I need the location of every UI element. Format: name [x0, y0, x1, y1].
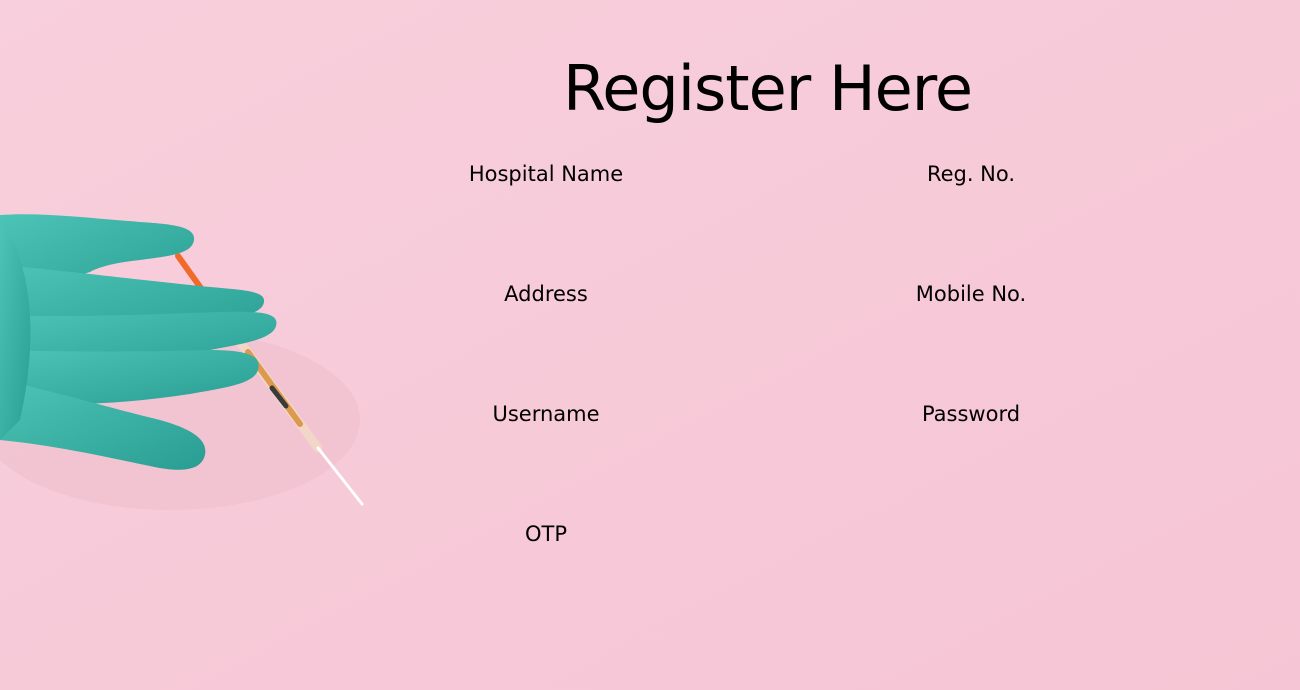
- hospital-name-input[interactable]: [426, 196, 666, 224]
- hospital-name-label: Hospital Name: [468, 162, 624, 186]
- otp-input[interactable]: [426, 556, 666, 584]
- username-label: Username: [492, 402, 600, 426]
- otp-label: OTP: [524, 522, 568, 546]
- username-input[interactable]: [426, 436, 666, 464]
- mobile-no-label: Mobile No.: [915, 282, 1027, 306]
- mobile-no-input[interactable]: [851, 316, 1091, 344]
- password-label: Password: [921, 402, 1021, 426]
- address-label: Address: [504, 282, 588, 306]
- address-input[interactable]: [426, 316, 666, 344]
- reg-no-label: Reg. No.: [926, 162, 1016, 186]
- reg-no-input[interactable]: [851, 196, 1091, 224]
- page-title: Register Here: [562, 52, 973, 125]
- password-input[interactable]: [851, 436, 1091, 464]
